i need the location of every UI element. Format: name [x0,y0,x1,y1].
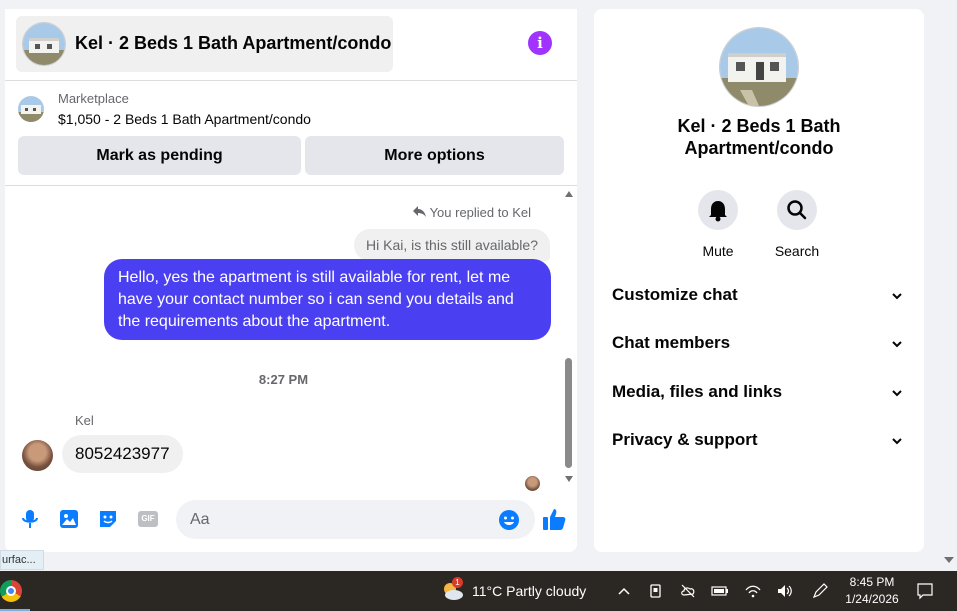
listing-price-title[interactable]: $1,050 - 2 Beds 1 Bath Apartment/condo [58,111,311,127]
info-icon[interactable]: i [528,31,552,55]
marketplace-listing: Marketplace $1,050 - 2 Beds 1 Bath Apart… [5,82,577,186]
reply-indicator-text: You replied to Kel [429,205,531,220]
message-input-wrapper [176,500,535,539]
section-label: Customize chat [612,285,738,304]
pen-icon[interactable] [811,582,829,600]
wifi-icon[interactable] [744,582,762,600]
message-timestamp: 8:27 PM [258,372,309,387]
scroll-down-arrow-icon[interactable] [565,476,573,482]
message-scrollbar[interactable] [562,189,576,489]
section-label: Privacy & support [612,430,758,449]
search-label: Search [774,243,820,259]
thumbs-up-icon[interactable] [541,506,567,532]
read-receipt-avatar [525,476,540,491]
info-listing-avatar [719,27,799,107]
section-label: Media, files and links [612,382,783,401]
chevron-down-icon [891,434,903,446]
message-input[interactable] [190,500,490,539]
gif-icon[interactable]: GIF [137,508,159,530]
section-label: Chat members [612,333,731,352]
sender-avatar[interactable] [22,440,53,471]
sticker-icon[interactable] [97,508,119,530]
bell-icon [698,190,738,230]
mute-label: Mute [702,243,734,259]
chevron-up-icon[interactable] [615,582,633,600]
conversation-title: Kel · 2 Beds 1 Bath Apartment/condo [75,33,392,53]
clock[interactable]: 8:45 PM 1/24/2026 [838,574,906,608]
more-options-button[interactable]: More options [305,136,564,175]
conversation-title-button[interactable]: Kel · 2 Beds 1 Bath Apartment/condo [16,16,393,72]
listing-thumbnail[interactable] [18,96,44,122]
sender-name: Kel [75,413,94,428]
mark-as-pending-button[interactable]: Mark as pending [18,136,301,175]
chevron-down-icon [891,337,903,349]
meet-now-icon[interactable] [647,582,665,600]
battery-icon[interactable] [711,582,729,600]
clock-time: 8:45 PM [849,575,895,589]
scrollbar-thumb[interactable] [565,358,572,468]
chevron-down-icon [891,386,903,398]
photo-icon[interactable] [58,508,80,530]
listing-avatar [22,22,66,66]
section-privacy-support[interactable]: Privacy & support [594,422,924,462]
message-list: You replied to Kel Hi Kai, is this still… [5,187,577,491]
reply-icon [412,206,426,220]
chevron-down-icon [891,289,903,301]
sent-message[interactable]: Hello, yes the apartment is still availa… [104,259,551,340]
section-media-files-links[interactable]: Media, files and links [594,374,924,414]
conversation-info-panel: Kel · 2 Beds 1 Bath Apartment/condo Mute… [594,9,924,552]
notification-icon[interactable] [916,582,934,600]
search-button[interactable]: Search [767,190,827,259]
listing-source: Marketplace [58,91,129,106]
taskbar: 1 11°C Partly cloudy 8:45 PM 1/24/2026 [0,571,957,611]
section-customize-chat[interactable]: Customize chat [594,277,924,317]
microphone-icon[interactable] [19,508,41,530]
chrome-icon[interactable] [0,580,22,602]
weather-text[interactable]: 11°C Partly cloudy [472,583,586,599]
page-scroll-down-icon[interactable] [944,557,954,563]
chat-header: Kel · 2 Beds 1 Bath Apartment/condo i [5,9,577,81]
clock-date: 1/24/2026 [845,592,899,606]
composer: GIF [5,494,577,546]
gif-label: GIF [141,514,155,523]
search-icon [777,190,817,230]
section-chat-members[interactable]: Chat members [594,325,924,365]
weather-badge: 1 [452,577,463,588]
cloud-off-icon[interactable] [679,582,697,600]
volume-icon[interactable] [776,582,794,600]
chat-panel: Kel · 2 Beds 1 Bath Apartment/condo i Ma… [5,9,577,552]
mute-button[interactable]: Mute [688,190,748,259]
emoji-icon[interactable] [498,509,520,531]
received-message[interactable]: 8052423977 [62,435,183,473]
tooltip-fragment: urfac... [0,550,44,570]
reply-indicator: You replied to Kel [412,205,531,220]
quoted-message[interactable]: Hi Kai, is this still available? [354,229,550,261]
scroll-up-arrow-icon[interactable] [565,191,573,197]
info-title: Kel · 2 Beds 1 Bath Apartment/condo [677,116,841,158]
